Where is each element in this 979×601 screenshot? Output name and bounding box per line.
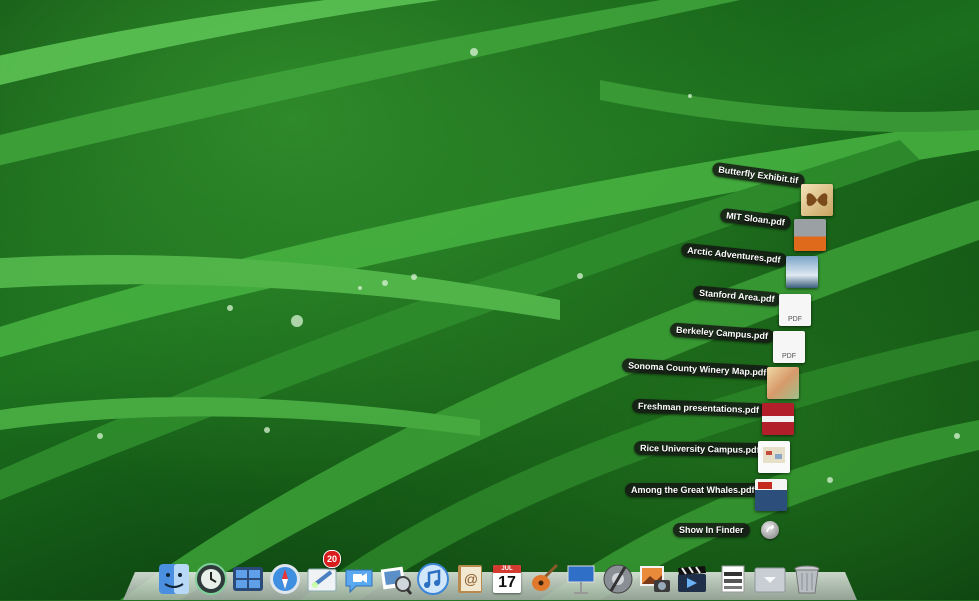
- stack-item-label: Among the Great Whales.pdf: [625, 483, 761, 497]
- butterfly-thumbnail-icon: [801, 184, 833, 216]
- arctic-thumbnail-icon: [786, 256, 818, 288]
- itunes-icon[interactable]: [416, 562, 450, 596]
- keynote-icon[interactable]: [564, 562, 598, 596]
- finder-icon[interactable]: [157, 562, 191, 596]
- documents-stack-icon[interactable]: [716, 562, 750, 596]
- svg-text:PDF: PDF: [788, 316, 802, 323]
- arrow-circle-icon: [761, 521, 779, 539]
- spaces-icon[interactable]: [231, 562, 265, 596]
- svg-text:PDF: PDF: [782, 353, 796, 360]
- mail-unread-badge: 20: [323, 550, 341, 568]
- downloads-stack-icon[interactable]: [753, 562, 787, 596]
- mit-sloan-thumbnail-icon: [794, 219, 826, 251]
- presentation-thumbnail-icon: [762, 403, 794, 435]
- trash-icon[interactable]: [790, 562, 824, 596]
- address-book-icon[interactable]: @: [453, 562, 487, 596]
- imovie-icon[interactable]: [675, 562, 709, 596]
- pdf-document-icon: PDF: [779, 294, 811, 326]
- ichat-icon[interactable]: [342, 562, 376, 596]
- map-thumbnail-icon: [767, 367, 799, 399]
- time-machine-icon[interactable]: [194, 562, 228, 596]
- pdf-document-icon: PDF: [773, 331, 805, 363]
- system-preferences-icon[interactable]: [601, 562, 635, 596]
- mail-icon[interactable]: 20: [305, 550, 341, 596]
- safari-icon[interactable]: [268, 562, 302, 596]
- stack-item-label: Rice University Campus.pdf: [633, 440, 766, 458]
- whales-thumbnail-icon: [755, 479, 787, 511]
- ical-icon[interactable]: JUL 17: [490, 562, 524, 596]
- iphoto-icon[interactable]: [638, 562, 672, 596]
- ical-day-label: 17: [498, 574, 516, 591]
- dock: 20 @ JUL 17: [123, 550, 857, 600]
- campus-map-thumbnail-icon: [758, 441, 790, 473]
- ical-month-label: JUL: [493, 565, 521, 573]
- svg-text:@: @: [464, 571, 478, 587]
- preview-icon[interactable]: [379, 562, 413, 596]
- desktop-wallpaper: [0, 0, 979, 600]
- show-in-finder-label: Show In Finder: [673, 523, 750, 537]
- garageband-icon[interactable]: [527, 562, 561, 596]
